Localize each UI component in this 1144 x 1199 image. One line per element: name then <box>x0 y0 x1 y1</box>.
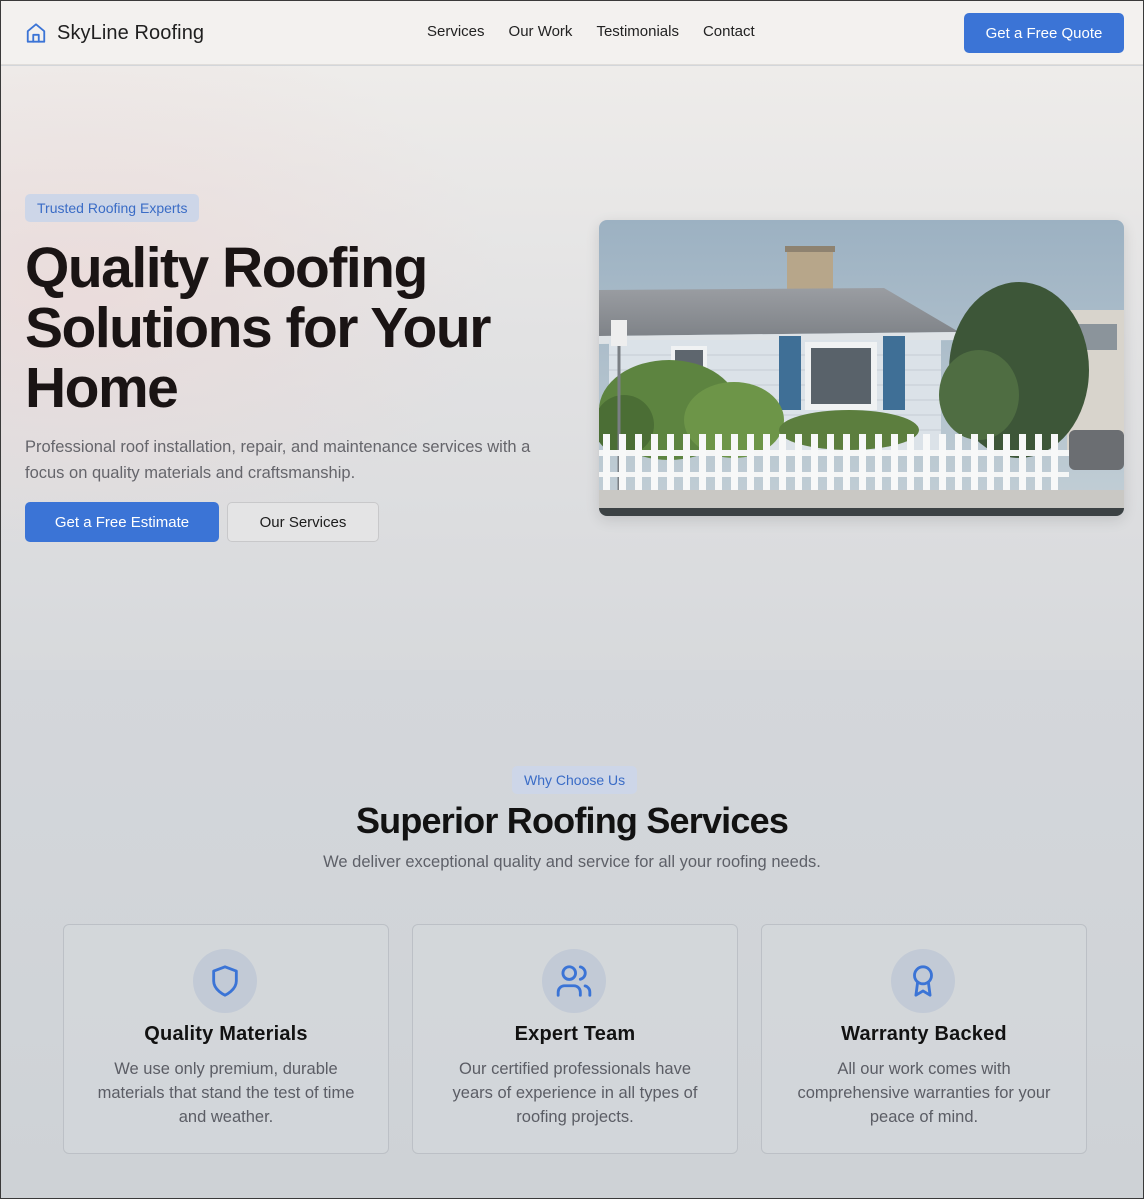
our-services-button[interactable]: Our Services <box>227 502 379 542</box>
main-nav: Services Our Work Testimonials Contact <box>427 23 755 40</box>
hero-description: Professional roof installation, repair, … <box>25 438 531 482</box>
card-title: Quality Materials <box>144 1023 308 1045</box>
hero-section: Trusted Roofing Experts Quality Roofing … <box>1 66 1143 670</box>
users-icon <box>556 965 592 997</box>
feature-card-quality-materials: Quality Materials We use only premium, d… <box>63 924 389 1154</box>
shield-icon <box>212 965 238 997</box>
nav-link-contact[interactable]: Contact <box>703 23 755 40</box>
page: SkyLine Roofing Services Our Work Testim… <box>0 0 1144 1199</box>
hero-badge: Trusted Roofing Experts <box>25 194 200 222</box>
feature-card-warranty-backed: Warranty Backed All our work comes with … <box>761 924 1087 1154</box>
features-badge: Why Choose Us <box>512 766 638 794</box>
get-quote-button[interactable]: Get a Free Quote <box>964 13 1124 53</box>
feature-card-expert-team: Expert Team Our certified professionals … <box>412 924 738 1154</box>
hero-title: Quality Roofing Solutions for Your Home <box>25 236 491 420</box>
house-icon <box>26 23 46 43</box>
brand-name: SkyLine Roofing <box>57 21 205 44</box>
section-title: Superior Roofing Services <box>355 800 789 841</box>
icon-circle <box>891 949 955 1013</box>
award-icon <box>913 965 933 997</box>
nav-link-our-work[interactable]: Our Work <box>509 23 573 40</box>
icon-circle <box>193 949 257 1013</box>
section-description: We deliver exceptional quality and servi… <box>323 853 821 871</box>
nav-link-services[interactable]: Services <box>427 23 485 40</box>
card-title: Warranty Backed <box>841 1023 1007 1045</box>
card-description: We use only premium, durable materials t… <box>97 1060 355 1126</box>
card-title: Expert Team <box>514 1023 636 1045</box>
icon-circle <box>542 949 606 1013</box>
house-photo <box>599 220 1124 516</box>
site-header: SkyLine Roofing Services Our Work Testim… <box>1 1 1143 65</box>
features-section: Why Choose Us Superior Roofing Services … <box>1 670 1143 1198</box>
logo[interactable]: SkyLine Roofing <box>25 19 204 47</box>
card-description: All our work comes with comprehensive wa… <box>797 1060 1051 1126</box>
nav-link-testimonials[interactable]: Testimonials <box>596 23 679 40</box>
free-estimate-button[interactable]: Get a Free Estimate <box>25 502 219 542</box>
card-description: Our certified professionals have years o… <box>452 1060 698 1126</box>
